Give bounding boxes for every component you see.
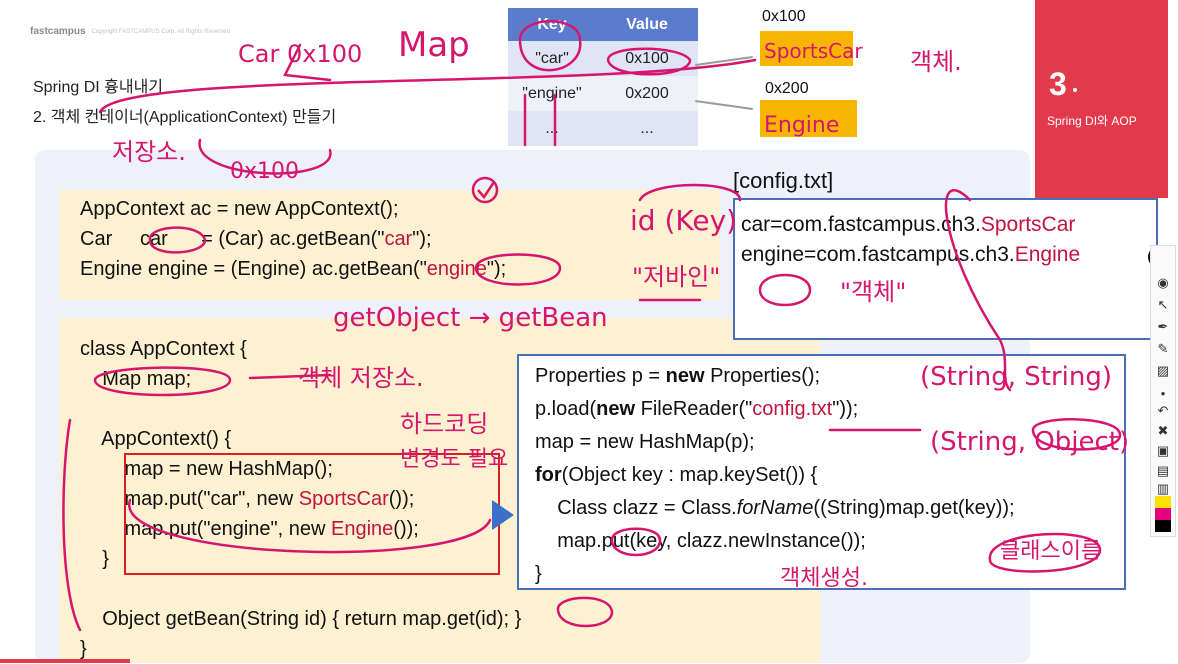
ink-stroke xyxy=(148,226,207,254)
progress-strip xyxy=(0,659,130,663)
ink-stroke xyxy=(93,366,232,397)
ink-note: 0x100 xyxy=(230,159,299,184)
ink-stroke xyxy=(556,596,614,628)
ink-note: Engine xyxy=(764,113,839,138)
color-swatch-magenta[interactable] xyxy=(1155,508,1171,520)
ink-note: 객체 저장소. xyxy=(298,364,424,392)
ink-stroke xyxy=(62,418,82,632)
eye-icon[interactable]: ◉ xyxy=(1154,274,1172,292)
ink-note: 변경도 필요 xyxy=(400,447,508,472)
ink-note: id (Key) xyxy=(630,204,737,237)
highlighter-icon[interactable]: ✒ xyxy=(1154,318,1172,336)
ink-stroke xyxy=(128,498,492,554)
ink-stroke xyxy=(518,20,582,72)
ink-note: SportsCar xyxy=(764,39,863,63)
pointer-icon[interactable]: ↖ xyxy=(1154,296,1172,314)
dot-icon[interactable]: • xyxy=(1154,384,1172,402)
ink-note: getObject → getBean xyxy=(333,303,608,333)
ink-stroke xyxy=(98,58,757,114)
ink-note: 객체생성. xyxy=(780,566,868,591)
pen-icon[interactable]: ✎ xyxy=(1154,340,1172,358)
camera-icon[interactable]: ▤ xyxy=(1154,462,1172,480)
ink-note: 객체. xyxy=(910,48,962,76)
eraser-icon[interactable]: ▨ xyxy=(1154,362,1172,380)
ink-stroke xyxy=(758,273,812,307)
ink-stroke xyxy=(474,253,562,286)
color-swatch-yellow[interactable] xyxy=(1155,496,1171,508)
ink-note: Car 0x100 xyxy=(238,40,362,68)
ink-note: 하드코딩 xyxy=(400,410,488,438)
ink-note: "저바인" xyxy=(632,263,720,291)
ink-stroke xyxy=(638,183,742,202)
ink-note: "객체" xyxy=(840,278,906,306)
ink-stroke xyxy=(944,189,1012,392)
ink-stroke xyxy=(523,93,557,147)
color-swatch-black[interactable] xyxy=(1155,520,1171,532)
annotation-toolbar: ◉ ↖ ✒ ✎ ▨ • ↶ ✖ ▣ ▤ ▥ xyxy=(1150,245,1176,537)
ink-note: (String, String) xyxy=(920,362,1112,392)
ink-annotations: Car 0x100 Map 객체. SportsCar Engine 저장소. … xyxy=(62,20,1129,632)
ink-note: (String, Object) xyxy=(930,427,1129,457)
ink-stroke xyxy=(610,527,662,557)
ink-note: 저장소. xyxy=(112,138,186,166)
ink-note: 클래스이름 xyxy=(1000,539,1101,564)
trash-icon[interactable]: ✖ xyxy=(1154,422,1172,440)
undo-icon[interactable]: ↶ xyxy=(1154,402,1172,420)
ink-note: Map xyxy=(398,25,470,65)
clear-icon[interactable]: ▣ xyxy=(1154,442,1172,460)
check-icon xyxy=(477,181,496,200)
